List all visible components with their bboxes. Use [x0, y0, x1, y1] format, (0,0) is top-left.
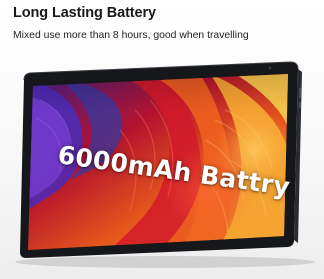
feature-title: Long Lasting Battery	[13, 5, 157, 21]
feature-card: Long Lasting Battery Mixed use more than…	[0, 0, 324, 279]
feature-subtitle: Mixed use more than 8 hours, good when t…	[13, 30, 249, 41]
